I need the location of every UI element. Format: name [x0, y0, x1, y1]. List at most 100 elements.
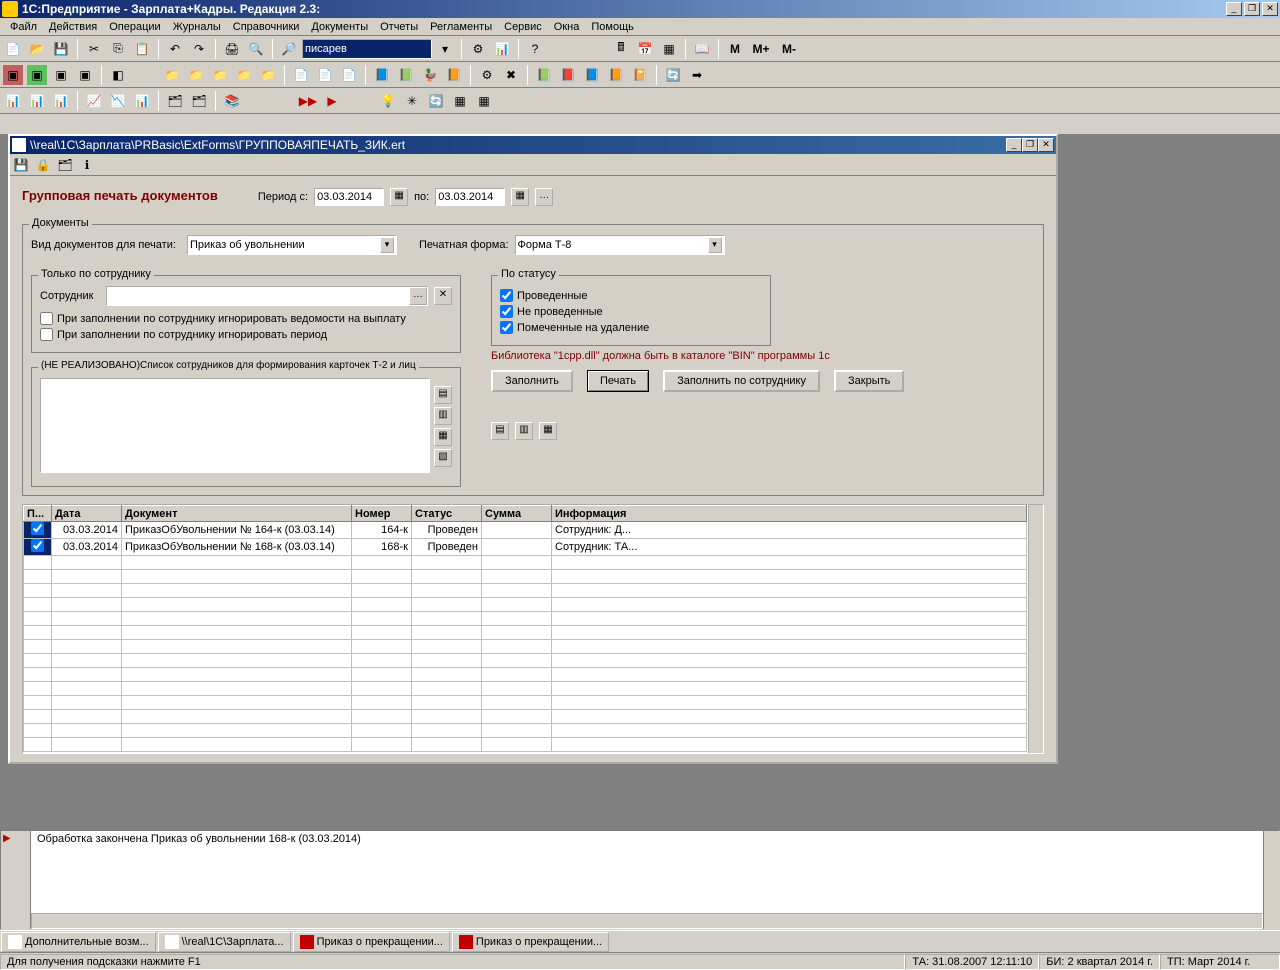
- t2h-icon[interactable]: 📁: [209, 64, 231, 86]
- t3l-icon[interactable]: 💡: [377, 90, 399, 112]
- util2-icon[interactable]: 📊: [491, 38, 513, 60]
- grid-btn-b[interactable]: ▥: [515, 422, 533, 440]
- t3g-icon[interactable]: 🗂: [164, 90, 186, 112]
- mem-mplus-button[interactable]: М+: [748, 38, 774, 60]
- chk-ignore-payroll[interactable]: [40, 312, 53, 325]
- t2s-icon[interactable]: ✖: [500, 64, 522, 86]
- employee-list[interactable]: [40, 378, 430, 473]
- menu-reports[interactable]: Отчеты: [374, 19, 424, 35]
- cut-icon[interactable]: ✂: [83, 38, 105, 60]
- menu-directories[interactable]: Справочники: [227, 19, 306, 35]
- fill-by-emp-button[interactable]: Заполнить по сотруднику: [663, 370, 820, 392]
- mem-m-button[interactable]: М: [724, 38, 746, 60]
- help-icon[interactable]: ?: [524, 38, 546, 60]
- search-combo[interactable]: писарев: [302, 39, 432, 59]
- table-row[interactable]: [24, 738, 1027, 752]
- t2q-icon[interactable]: 📙: [443, 64, 465, 86]
- table-row[interactable]: [24, 654, 1027, 668]
- ct-b-icon[interactable]: 🔒: [34, 156, 52, 174]
- t2y-icon[interactable]: 🔄: [662, 64, 684, 86]
- paste-icon[interactable]: 📋: [131, 38, 153, 60]
- task-2[interactable]: \\real\1С\Зарплата...: [158, 932, 291, 952]
- col-num[interactable]: Номер: [352, 506, 412, 522]
- menu-file[interactable]: Файл: [4, 19, 43, 35]
- table-row[interactable]: [24, 640, 1027, 654]
- t2c-icon[interactable]: ▣: [50, 64, 72, 86]
- table-row[interactable]: [24, 556, 1027, 570]
- calendar-icon[interactable]: 📅: [634, 38, 656, 60]
- chk-ignore-period[interactable]: [40, 328, 53, 341]
- col-sel[interactable]: П...: [24, 506, 52, 522]
- t3o-icon[interactable]: ▦: [449, 90, 471, 112]
- t2t-icon[interactable]: 📗: [533, 64, 555, 86]
- menu-service[interactable]: Сервис: [498, 19, 548, 35]
- maximize-button[interactable]: ❐: [1244, 2, 1260, 16]
- row-checkbox[interactable]: [31, 522, 44, 535]
- t2x-icon[interactable]: 📔: [629, 64, 651, 86]
- t2b-icon[interactable]: ▣: [26, 64, 48, 86]
- col-sum[interactable]: Сумма: [482, 506, 552, 522]
- table-row[interactable]: [24, 612, 1027, 626]
- col-info[interactable]: Информация: [552, 506, 1027, 522]
- table-row[interactable]: [24, 682, 1027, 696]
- period-from-cal-button[interactable]: ▦: [390, 188, 408, 206]
- table-row[interactable]: [24, 710, 1027, 724]
- t2i-icon[interactable]: 📁: [233, 64, 255, 86]
- t3e-icon[interactable]: 📉: [107, 90, 129, 112]
- t3b-icon[interactable]: 📊: [26, 90, 48, 112]
- chk-marked-del[interactable]: [500, 321, 513, 334]
- ct-help-icon[interactable]: ℹ: [78, 156, 96, 174]
- t2m-icon[interactable]: 📄: [338, 64, 360, 86]
- save-icon[interactable]: 💾: [50, 38, 72, 60]
- log-scroll-v[interactable]: [1263, 831, 1279, 929]
- t2z-icon[interactable]: ➡: [686, 64, 708, 86]
- menu-regulations[interactable]: Регламенты: [424, 19, 498, 35]
- t2p-icon[interactable]: 🦆: [419, 64, 441, 86]
- list-up-button[interactable]: ▦: [434, 428, 452, 446]
- child-max-button[interactable]: ❐: [1022, 138, 1038, 152]
- print-form-select[interactable]: Форма Т-8▾: [515, 235, 725, 255]
- redo-icon[interactable]: ↷: [188, 38, 210, 60]
- employee-clear-button[interactable]: ✕: [434, 287, 452, 305]
- period-to-input[interactable]: [435, 188, 505, 206]
- t2o-icon[interactable]: 📗: [395, 64, 417, 86]
- grid-scroll-v[interactable]: [1028, 504, 1044, 754]
- new-icon[interactable]: 📄: [2, 38, 24, 60]
- menu-windows[interactable]: Окна: [548, 19, 586, 35]
- close-form-button[interactable]: Закрыть: [834, 370, 904, 392]
- chk-held[interactable]: [500, 289, 513, 302]
- t2k-icon[interactable]: 📄: [290, 64, 312, 86]
- calc-icon[interactable]: 🖩: [610, 38, 632, 60]
- menu-documents[interactable]: Документы: [305, 19, 374, 35]
- task-4[interactable]: Приказ о прекращении...: [452, 932, 609, 952]
- t2w-icon[interactable]: 📙: [605, 64, 627, 86]
- ct-save-icon[interactable]: 💾: [12, 156, 30, 174]
- table-row[interactable]: [24, 668, 1027, 682]
- fill-button[interactable]: Заполнить: [491, 370, 573, 392]
- chk-not-held[interactable]: [500, 305, 513, 318]
- preview-icon[interactable]: 🔍: [245, 38, 267, 60]
- grid-btn-c[interactable]: ▦: [539, 422, 557, 440]
- table-row[interactable]: [24, 570, 1027, 584]
- t3p-icon[interactable]: ▦: [473, 90, 495, 112]
- print-icon[interactable]: 🖨: [221, 38, 243, 60]
- copy-icon[interactable]: ⎘: [107, 38, 129, 60]
- col-date[interactable]: Дата: [52, 506, 122, 522]
- menu-actions[interactable]: Действия: [43, 19, 103, 35]
- t2l-icon[interactable]: 📄: [314, 64, 336, 86]
- table-row[interactable]: [24, 724, 1027, 738]
- book-icon[interactable]: 📖: [691, 38, 713, 60]
- employee-input[interactable]: …: [106, 286, 428, 306]
- list-add-button[interactable]: ▤: [434, 386, 452, 404]
- t3f-icon[interactable]: 📊: [131, 90, 153, 112]
- task-3[interactable]: Приказ о прекращении...: [293, 932, 450, 952]
- col-doc[interactable]: Документ: [122, 506, 352, 522]
- task-1[interactable]: Дополнительные возм...: [1, 932, 156, 952]
- table-row[interactable]: 03.03.2014ПриказОбУвольнении № 164-к (03…: [24, 522, 1027, 539]
- list-del-button[interactable]: ▥: [434, 407, 452, 425]
- minimize-button[interactable]: _: [1226, 2, 1242, 16]
- t3i-icon[interactable]: 📚: [221, 90, 243, 112]
- t3m-icon[interactable]: ✳: [401, 90, 423, 112]
- drop-icon[interactable]: ▾: [434, 38, 456, 60]
- list-dn-button[interactable]: ▧: [434, 449, 452, 467]
